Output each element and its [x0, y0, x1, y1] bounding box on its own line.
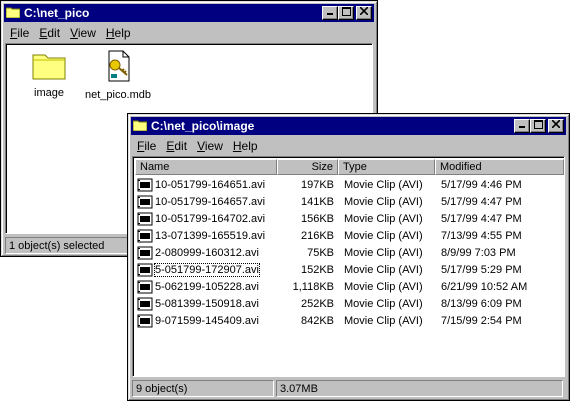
file-type: Movie Clip (AVI): [344, 230, 423, 242]
menu-help[interactable]: Help: [228, 137, 263, 155]
minimize-icon: [327, 13, 333, 15]
menu-view[interactable]: View: [65, 24, 101, 42]
file-size: 216KB: [300, 230, 334, 242]
close-button[interactable]: [356, 6, 372, 20]
movie-clip-icon: [137, 297, 153, 311]
database-file-icon: [108, 50, 130, 82]
minimize-button[interactable]: [322, 6, 338, 20]
menu-edit[interactable]: Edit: [161, 137, 192, 155]
file-name: 13-071399-165519.avi: [155, 230, 266, 242]
file-row[interactable]: 10-051799-164702.avi 156KB Movie Clip (AVI…: [135, 211, 565, 228]
file-size: 75KB: [307, 247, 334, 259]
file-size: 152KB: [300, 264, 334, 276]
details-view[interactable]: Name Size Type Modified 10-051799-164651…: [132, 156, 565, 377]
column-header-type[interactable]: Type: [338, 159, 435, 175]
close-button[interactable]: [548, 119, 564, 133]
file-modified: 7/13/99 4:55 PM: [441, 230, 522, 242]
file-modified: 8/9/99 7:03 PM: [441, 247, 516, 259]
file-name: 10-051799-164702.avi: [155, 213, 266, 225]
menu-edit[interactable]: Edit: [34, 24, 65, 42]
file-type: Movie Clip (AVI): [344, 179, 423, 191]
file-name: 5-062199-105228.avi: [155, 281, 259, 293]
minimize-icon: [519, 126, 525, 128]
menu-file[interactable]: File: [5, 24, 34, 42]
file-modified: 6/21/99 10:52 AM: [441, 281, 528, 293]
file-row[interactable]: 2-080999-160312.avi 75KB Movie Clip (AVI) 8…: [135, 245, 565, 262]
file-row[interactable]: 5-081399-150918.avi 252KB Movie Clip (AVI)…: [135, 296, 565, 313]
menu-bar: File Edit View Help: [5, 24, 373, 42]
column-header-name[interactable]: Name: [135, 159, 277, 175]
file-modified: 8/13/99 6:09 PM: [441, 298, 522, 310]
title-bar[interactable]: C:\net_pico\image: [131, 117, 566, 135]
file-type: Movie Clip (AVI): [344, 315, 423, 327]
file-type: Movie Clip (AVI): [344, 196, 423, 208]
window-title: C:\net_pico\image: [151, 119, 255, 133]
file-row[interactable]: 10-051799-164651.avi 197KB Movie Clip (AVI…: [135, 177, 565, 194]
title-bar[interactable]: C:\net_pico: [4, 4, 374, 22]
column-header-size[interactable]: Size: [277, 159, 338, 175]
column-header-modified[interactable]: Modified: [435, 159, 564, 175]
movie-clip-icon: [137, 280, 153, 294]
status-object-count: 9 object(s): [132, 380, 274, 397]
minimize-button[interactable]: [514, 119, 530, 133]
movie-clip-icon: [137, 246, 153, 260]
menu-view[interactable]: View: [192, 137, 228, 155]
file-name: 10-051799-164657.avi: [155, 196, 266, 208]
file-row[interactable]: 5-062199-105228.avi 1,118KB Movie Clip (AV…: [135, 279, 565, 296]
file-type: Movie Clip (AVI): [344, 281, 423, 293]
file-type: Movie Clip (AVI): [344, 213, 423, 225]
file-name: 10-051799-164651.avi: [155, 179, 266, 191]
file-modified: 5/17/99 4:46 PM: [441, 179, 522, 191]
file-size: 141KB: [300, 196, 334, 208]
movie-clip-icon: [137, 195, 153, 209]
maximize-button[interactable]: [338, 6, 354, 20]
close-icon: [359, 6, 369, 16]
folder-icon: [6, 7, 20, 18]
file-size: 197KB: [300, 179, 334, 191]
folder-item-image[interactable]: image: [9, 50, 89, 99]
file-modified: 5/17/99 4:47 PM: [441, 213, 522, 225]
file-item-label: net_pico.mdb: [84, 89, 152, 101]
close-icon: [551, 119, 561, 129]
file-modified: 5/17/99 5:29 PM: [441, 264, 522, 276]
file-row[interactable]: 10-051799-164657.avi 141KB Movie Clip (AVI…: [135, 194, 565, 211]
file-size: 156KB: [300, 213, 334, 225]
movie-clip-icon: [137, 229, 153, 243]
maximize-icon: [341, 7, 351, 16]
status-text: 1 object(s) selected: [5, 237, 135, 254]
file-item-net-pico-mdb[interactable]: net_pico.mdb: [78, 50, 158, 101]
file-size: 1,118KB: [292, 281, 334, 293]
window-title: C:\net_pico: [24, 6, 90, 20]
status-total-size: 3.07MB: [276, 380, 563, 397]
file-name: 5-081399-150918.avi: [155, 298, 259, 310]
menu-bar: File Edit View Help: [132, 137, 565, 155]
folder-icon: [133, 120, 147, 131]
file-row[interactable]: 5-051799-172907.avi 152KB Movie Clip (AVI)…: [135, 262, 565, 279]
file-row[interactable]: 9-071599-145409.avi 842KB Movie Clip (AVI)…: [135, 313, 565, 330]
file-size: 252KB: [300, 298, 334, 310]
file-name: 2-080999-160312.avi: [155, 247, 259, 259]
movie-clip-icon: [137, 314, 153, 328]
file-type: Movie Clip (AVI): [344, 298, 423, 310]
folder-icon: [32, 54, 66, 80]
menu-help[interactable]: Help: [101, 24, 136, 42]
movie-clip-icon: [137, 263, 153, 277]
file-type: Movie Clip (AVI): [344, 264, 423, 276]
file-type: Movie Clip (AVI): [344, 247, 423, 259]
file-modified: 7/15/99 2:54 PM: [441, 315, 522, 327]
status-bar: 9 object(s) 3.07MB: [132, 380, 565, 398]
folder-item-label: image: [34, 87, 64, 99]
file-size: 842KB: [300, 315, 334, 327]
window-net-pico-image[interactable]: C:\net_pico\image File Edit View Help Name …: [127, 113, 570, 401]
file-row[interactable]: 13-071399-165519.avi 216KB Movie Clip (AVI…: [135, 228, 565, 245]
maximize-button[interactable]: [530, 119, 546, 133]
menu-file[interactable]: File: [132, 137, 161, 155]
file-name: 9-071599-145409.avi: [155, 315, 259, 327]
file-name: 5-051799-172907.avi: [154, 263, 260, 277]
movie-clip-icon: [137, 178, 153, 192]
file-modified: 5/17/99 4:47 PM: [441, 196, 522, 208]
movie-clip-icon: [137, 212, 153, 226]
maximize-icon: [533, 120, 543, 129]
